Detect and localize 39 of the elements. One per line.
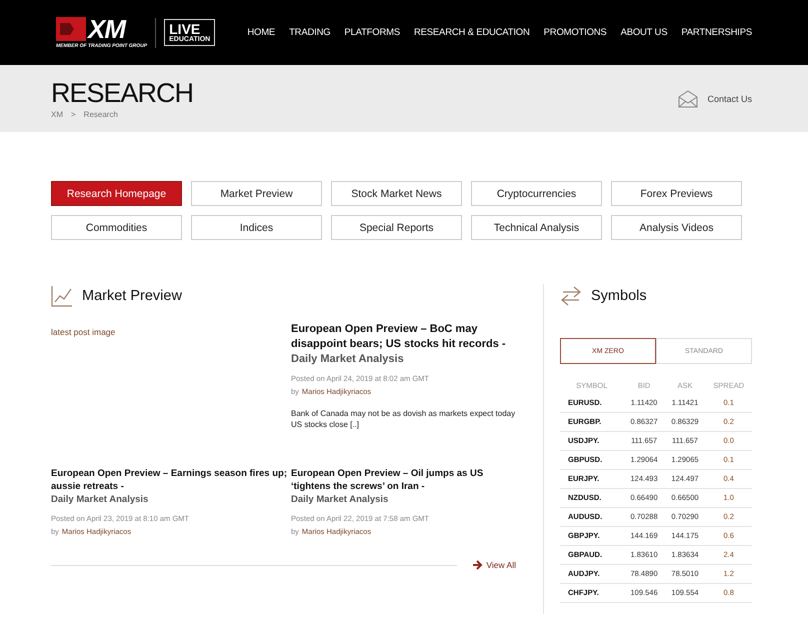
post-category-link[interactable]: Daily Market Analysis: [291, 493, 516, 506]
category-button[interactable]: Special Reports: [331, 215, 462, 240]
category-button[interactable]: Commodities: [51, 215, 182, 240]
post-category-link[interactable]: Daily Market Analysis: [51, 493, 291, 506]
contact-link[interactable]: Contact Us: [707, 94, 752, 104]
category-button[interactable]: Technical Analysis: [471, 215, 602, 240]
category-button[interactable]: Research Homepage: [51, 181, 182, 206]
category-button[interactable]: Market Preview: [191, 181, 322, 206]
post-title-link[interactable]: European Open Preview – Earnings season fires up; aussie retreats -: [51, 467, 291, 493]
category-button[interactable]: Stock Market News: [331, 181, 462, 206]
view-all-link[interactable]: View All: [473, 560, 516, 570]
logo-emblem-icon: [56, 15, 86, 43]
envelope-icon: [678, 90, 698, 108]
nav-link[interactable]: ABOUT US: [620, 27, 668, 38]
line-chart-icon: [51, 285, 73, 307]
page-title: RESEARCH: [51, 78, 194, 108]
logo-text: XM: [88, 15, 125, 43]
post-excerpt: Bank of Canada may not be as dovish as markets expect today US stocks close [..]: [291, 408, 516, 430]
nav-link[interactable]: RESEARCH & EDUCATION: [414, 27, 530, 38]
post-title-link[interactable]: European Open Preview – BoC may disappoint bears; US stocks hit records -: [291, 322, 516, 352]
category-button[interactable]: Analysis Videos: [611, 215, 742, 240]
breadcrumb-separator: >: [71, 110, 76, 119]
image-alt-text: latest post image: [51, 327, 116, 337]
arrow-right-icon: [473, 560, 484, 570]
category-button[interactable]: Forex Previews: [611, 181, 742, 206]
post-title-link[interactable]: European Open Preview – Oil jumps as US ‘tightens the screws’ on Iran -: [291, 467, 516, 493]
nav-link[interactable]: HOME: [247, 27, 276, 38]
breadcrumb-link[interactable]: XM: [51, 110, 63, 119]
nav-link[interactable]: PROMOTIONS: [544, 27, 607, 38]
category-button[interactable]: Indices: [191, 215, 322, 240]
section-title: Symbols: [591, 288, 647, 304]
exchange-arrows-icon: [560, 285, 582, 307]
breadcrumb-link[interactable]: Research: [84, 110, 118, 119]
nav-link[interactable]: PLATFORMS: [344, 27, 400, 38]
nav-link[interactable]: PARTNERSHIPS: [681, 27, 752, 38]
section-title: Market Preview: [82, 288, 182, 304]
category-button[interactable]: Cryptocurrencies: [471, 181, 602, 206]
post-category-link[interactable]: Daily Market Analysis: [291, 352, 516, 366]
nav-link[interactable]: TRADING: [289, 27, 330, 38]
